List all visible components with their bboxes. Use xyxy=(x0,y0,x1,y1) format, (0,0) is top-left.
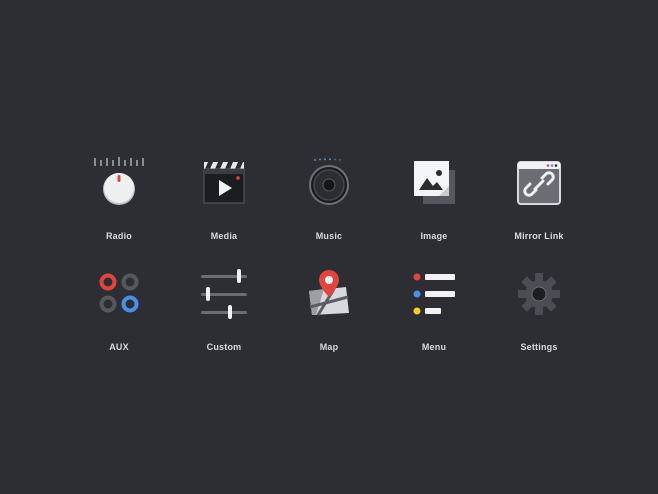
menu-list-icon xyxy=(413,273,455,315)
aux-ports-icon xyxy=(99,273,139,313)
music-speaker-icon xyxy=(309,158,349,205)
image-label: Image xyxy=(420,231,448,241)
menu-item-media[interactable]: Media xyxy=(179,158,269,268)
menu-item-image[interactable]: Image xyxy=(389,158,479,268)
menu-item-menu[interactable]: Menu xyxy=(389,269,479,379)
mirror-link-label: Mirror Link xyxy=(514,231,564,241)
image-photo-icon xyxy=(414,161,455,204)
media-clapperboard-icon xyxy=(203,162,245,204)
menu-label: Menu xyxy=(421,342,447,352)
map-pin-icon xyxy=(309,270,349,316)
custom-sliders-icon xyxy=(201,269,247,319)
music-label: Music xyxy=(315,231,343,241)
menu-item-mirror-link[interactable]: Mirror Link xyxy=(494,158,584,268)
map-label: Map xyxy=(319,342,339,352)
media-label: Media xyxy=(210,231,238,241)
menu-item-custom[interactable]: Custom xyxy=(179,269,269,379)
radio-label: Radio xyxy=(105,231,132,241)
settings-gear-icon xyxy=(518,273,560,315)
radio-dial-icon xyxy=(94,157,144,205)
menu-item-settings[interactable]: Settings xyxy=(494,269,584,379)
menu-item-music[interactable]: Music xyxy=(284,158,374,268)
menu-item-map[interactable]: Map xyxy=(284,269,374,379)
aux-label: AUX xyxy=(109,342,129,352)
menu-item-radio[interactable]: Radio xyxy=(74,157,164,268)
custom-label: Custom xyxy=(206,342,242,352)
app-menu-grid: Radio Media Music Image Mirror Link AUX … xyxy=(0,0,658,494)
settings-label: Settings xyxy=(520,342,558,352)
mirror-link-icon xyxy=(517,161,561,205)
menu-item-aux[interactable]: AUX xyxy=(74,269,164,379)
